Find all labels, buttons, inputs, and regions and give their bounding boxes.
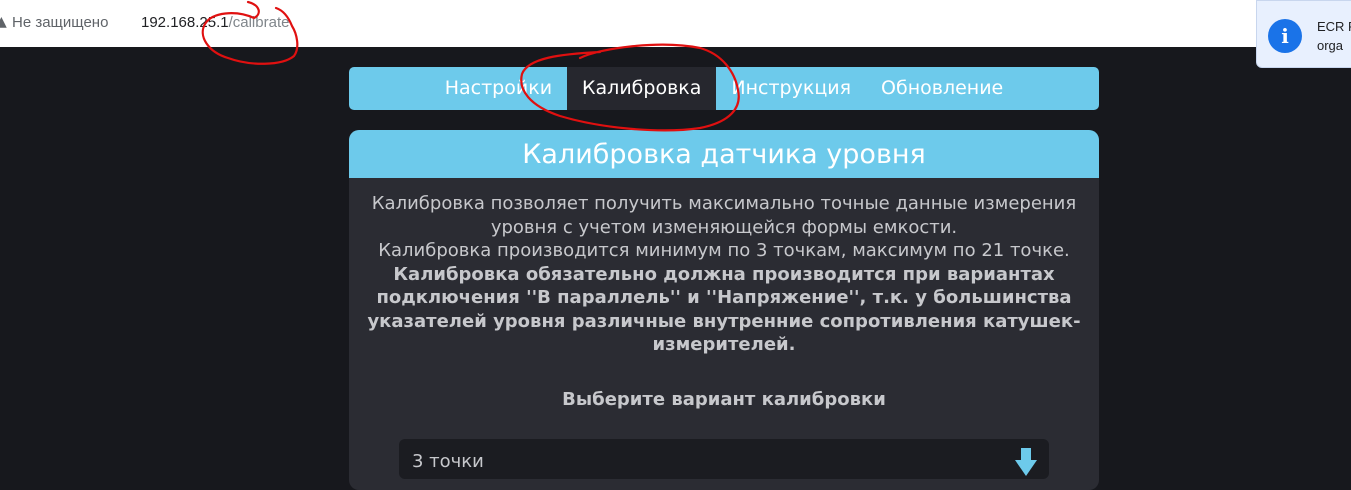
warning-icon[interactable]: ▲: [0, 14, 8, 30]
description-warning-text: Калибровка обязательно должна производит…: [367, 263, 1081, 356]
calibration-select[interactable]: 3 точки: [399, 439, 1049, 479]
info-icon: i: [1268, 19, 1302, 53]
browser-address-bar: ▲ Не защищено 192.168.25.1/calibrate i E…: [0, 0, 1351, 68]
url-field[interactable]: 192.168.25.1/calibrate: [141, 14, 289, 31]
chevron-down-icon: [1015, 448, 1037, 476]
nav-settings[interactable]: Настройки: [430, 67, 567, 110]
card-title: Калибровка датчика уровня: [349, 130, 1099, 178]
top-nav: Настройки Калибровка Инструкция Обновлен…: [349, 67, 1099, 110]
security-status[interactable]: Не защищено: [12, 14, 108, 31]
description-points-text: Калибровка производится минимум по 3 точ…: [378, 240, 1070, 261]
select-value: 3 точки: [412, 451, 484, 472]
calibration-choice-label: Выберите вариант калибровки: [562, 388, 886, 410]
notification-text: ECR F orga: [1317, 19, 1351, 53]
card-description: Калибровка позволяет получить максимальн…: [364, 192, 1084, 357]
nav-instructions[interactable]: Инструкция: [716, 67, 866, 110]
notification-popup[interactable]: i ECR F orga: [1256, 0, 1351, 68]
url-path: /calibrate: [228, 14, 290, 31]
nav-calibration[interactable]: Калибровка: [567, 67, 717, 110]
description-text: Калибровка позволяет получить максимальн…: [371, 193, 1077, 238]
nav-update[interactable]: Обновление: [866, 67, 1018, 110]
calibration-card: Калибровка датчика уровня Калибровка поз…: [349, 130, 1099, 490]
url-host: 192.168.25.1: [141, 14, 229, 31]
